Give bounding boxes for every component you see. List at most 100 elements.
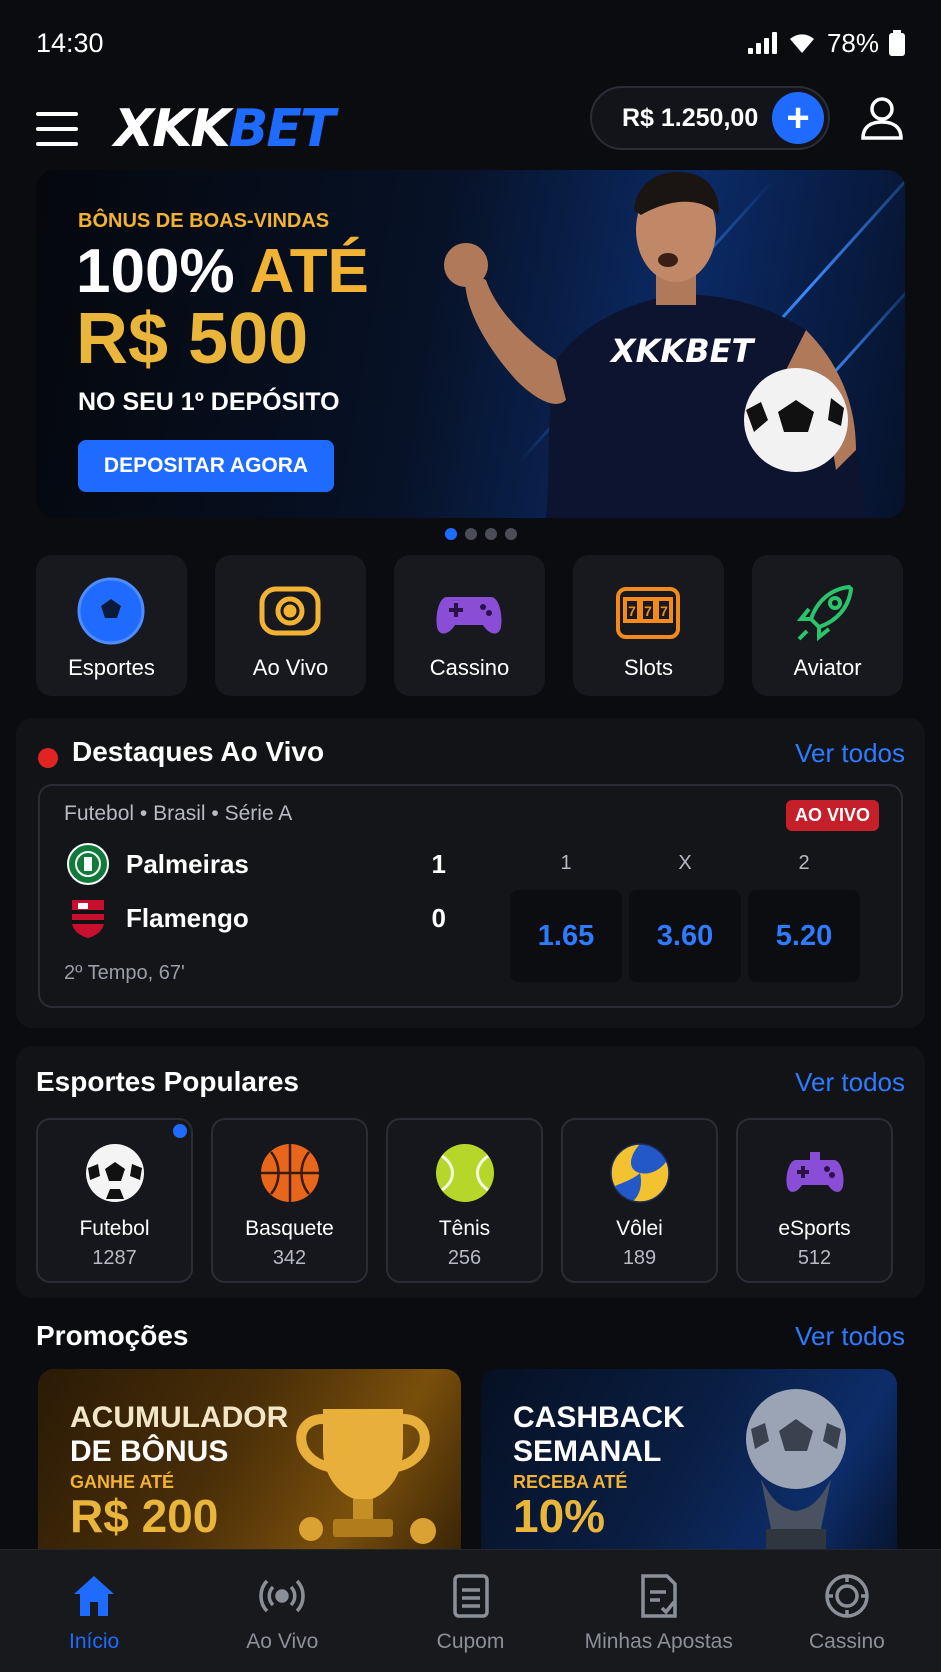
coupon-icon	[452, 1574, 489, 1618]
promo-title: CASHBACK SEMANAL	[513, 1401, 685, 1469]
deposit-now-button[interactable]: DEPOSITAR AGORA	[78, 440, 334, 492]
category-cassino[interactable]: Cassino	[394, 555, 545, 696]
carousel-dot-active[interactable]	[444, 528, 457, 540]
nav-tab-cassino[interactable]: Cassino	[753, 1550, 941, 1672]
logo-part-blue: BET	[228, 99, 336, 159]
category-aviator[interactable]: Aviator	[752, 555, 903, 696]
soccer-ball-icon	[86, 1144, 144, 1202]
sport-card-esports[interactable]: eSports 512	[736, 1118, 893, 1283]
odd-button-home[interactable]: 1.65	[510, 890, 622, 982]
category-label: Esportes	[68, 655, 155, 680]
promo-title-line2: SEMANAL	[513, 1435, 662, 1468]
app-header: XKKBET R$ 1.250,00 +	[0, 86, 941, 172]
odds-label-home: 1	[560, 852, 572, 874]
sport-count: 256	[447, 1247, 482, 1269]
svg-text:7: 7	[644, 603, 652, 619]
sport-name: Vôlei	[616, 1217, 663, 1240]
category-label: Aviator	[793, 655, 862, 680]
banner-headline: 100% ATÉ	[76, 236, 369, 307]
banner-headline-percent: 100%	[76, 237, 235, 306]
home-icon	[74, 1576, 115, 1616]
nav-label: Cassino	[808, 1630, 885, 1653]
nav-tab-inicio[interactable]: Início	[0, 1550, 188, 1672]
gamepad-icon	[786, 1152, 844, 1192]
live-highlights-section: Destaques Ao Vivo Ver todos Futebol • Br…	[16, 718, 925, 1028]
balance-amount: R$ 1.250,00	[622, 103, 759, 132]
team-name: Flamengo	[126, 902, 249, 933]
sport-name: Futebol	[79, 1217, 150, 1240]
promo-title-line2: DE BÔNUS	[70, 1435, 229, 1468]
category-slots[interactable]: 777 Slots	[573, 555, 724, 696]
team-score: 0	[431, 902, 446, 933]
balance-pill[interactable]: R$ 1.250,00 +	[590, 86, 830, 150]
popular-section-title: Esportes Populares	[36, 1066, 299, 1097]
nav-tab-ao-vivo[interactable]: Ao Vivo	[188, 1550, 376, 1672]
sport-card-tenis[interactable]: Tênis 256	[386, 1118, 543, 1283]
bottom-navigation: Início Ao Vivo Cupom Minhas Apostas Cass…	[0, 1549, 941, 1672]
sport-active-indicator	[173, 1124, 187, 1138]
sport-name: Tênis	[438, 1217, 491, 1240]
trophy-icon	[296, 1409, 436, 1544]
category-esportes[interactable]: Esportes	[36, 555, 187, 696]
sport-count: 1287	[92, 1247, 137, 1269]
live-see-all-link[interactable]: Ver todos	[795, 738, 905, 769]
casino-chip-icon	[825, 1574, 869, 1618]
user-profile-icon[interactable]	[858, 94, 906, 142]
odd-button-away[interactable]: 5.20	[748, 890, 860, 982]
promo-banner[interactable]: BÔNUS DE BOAS-VINDAS 100% ATÉ R$ 500 NO …	[36, 170, 905, 518]
carousel-dot[interactable]	[464, 528, 477, 540]
promo-value: 10%	[513, 1490, 606, 1542]
nav-label: Minhas Apostas	[584, 1630, 733, 1653]
category-label: Ao Vivo	[252, 655, 329, 680]
sport-name: eSports	[778, 1217, 851, 1240]
shirt-logo: XKKBET	[609, 332, 756, 370]
svg-text:7: 7	[628, 603, 636, 619]
promos-see-all-link[interactable]: Ver todos	[795, 1321, 905, 1352]
logo-part-white: XKK	[114, 99, 231, 159]
soccer-ball-icon	[77, 577, 145, 645]
odds-label-draw: X	[678, 852, 692, 874]
match-league: Futebol • Brasil • Série A	[64, 802, 293, 825]
menu-icon[interactable]	[36, 112, 78, 146]
banner-amount: R$ 500	[76, 299, 309, 379]
sport-card-volei[interactable]: Vôlei 189	[561, 1118, 718, 1283]
odd-button-draw[interactable]: 3.60	[629, 890, 741, 982]
promo-title-line1: CASHBACK	[513, 1401, 685, 1434]
banner-kicker: BÔNUS DE BOAS-VINDAS	[78, 210, 330, 232]
team-score: 1	[431, 848, 446, 879]
svg-text:7: 7	[660, 603, 668, 619]
promo-card-cashback[interactable]: CASHBACK SEMANAL RECEBA ATÉ 10%	[481, 1369, 897, 1549]
sport-count: 512	[797, 1247, 832, 1269]
gamepad-icon	[436, 597, 502, 634]
bets-list-icon	[640, 1574, 677, 1618]
live-indicator-dot	[38, 748, 58, 768]
sport-card-basquete[interactable]: Basquete 342	[211, 1118, 368, 1283]
carousel-dot[interactable]	[504, 528, 517, 540]
live-match-card[interactable]: Futebol • Brasil • Série A AO VIVO Palme…	[38, 784, 903, 1008]
tennis-ball-icon	[436, 1144, 494, 1202]
rocket-icon	[796, 584, 854, 642]
category-label: Slots	[624, 655, 673, 680]
carousel-dot[interactable]	[484, 528, 497, 540]
ball-trophy-icon	[746, 1389, 846, 1549]
sport-count: 342	[272, 1247, 307, 1269]
live-badge: AO VIVO	[785, 800, 879, 831]
category-ao-vivo[interactable]: Ao Vivo	[215, 555, 366, 696]
sports-list: Futebol 1287 Basquete 342 Tênis 256 Vôle…	[36, 1118, 893, 1283]
brand-logo[interactable]: XKKBET	[114, 99, 336, 159]
nav-tab-minhas-apostas[interactable]: Minhas Apostas	[565, 1550, 753, 1672]
live-broadcast-icon	[259, 586, 321, 636]
slot-machine-icon: 777	[616, 587, 680, 639]
live-broadcast-icon	[259, 1579, 306, 1613]
sport-card-futebol[interactable]: Futebol 1287	[36, 1118, 193, 1283]
deposit-plus-button[interactable]: +	[772, 92, 824, 144]
carousel-indicator[interactable]	[0, 528, 941, 540]
banner-subline: NO SEU 1º DEPÓSITO	[78, 388, 340, 416]
status-bar: 14:30 78%	[0, 0, 941, 86]
live-section-title: Destaques Ao Vivo	[72, 736, 325, 767]
team-row-home: Palmeiras 1	[66, 842, 446, 886]
promo-card-acumulador[interactable]: ACUMULADOR DE BÔNUS GANHE ATÉ R$ 200	[38, 1369, 461, 1549]
promo-value: R$ 200	[70, 1490, 219, 1542]
popular-see-all-link[interactable]: Ver todos	[795, 1067, 905, 1098]
nav-tab-cupom[interactable]: Cupom	[376, 1550, 564, 1672]
